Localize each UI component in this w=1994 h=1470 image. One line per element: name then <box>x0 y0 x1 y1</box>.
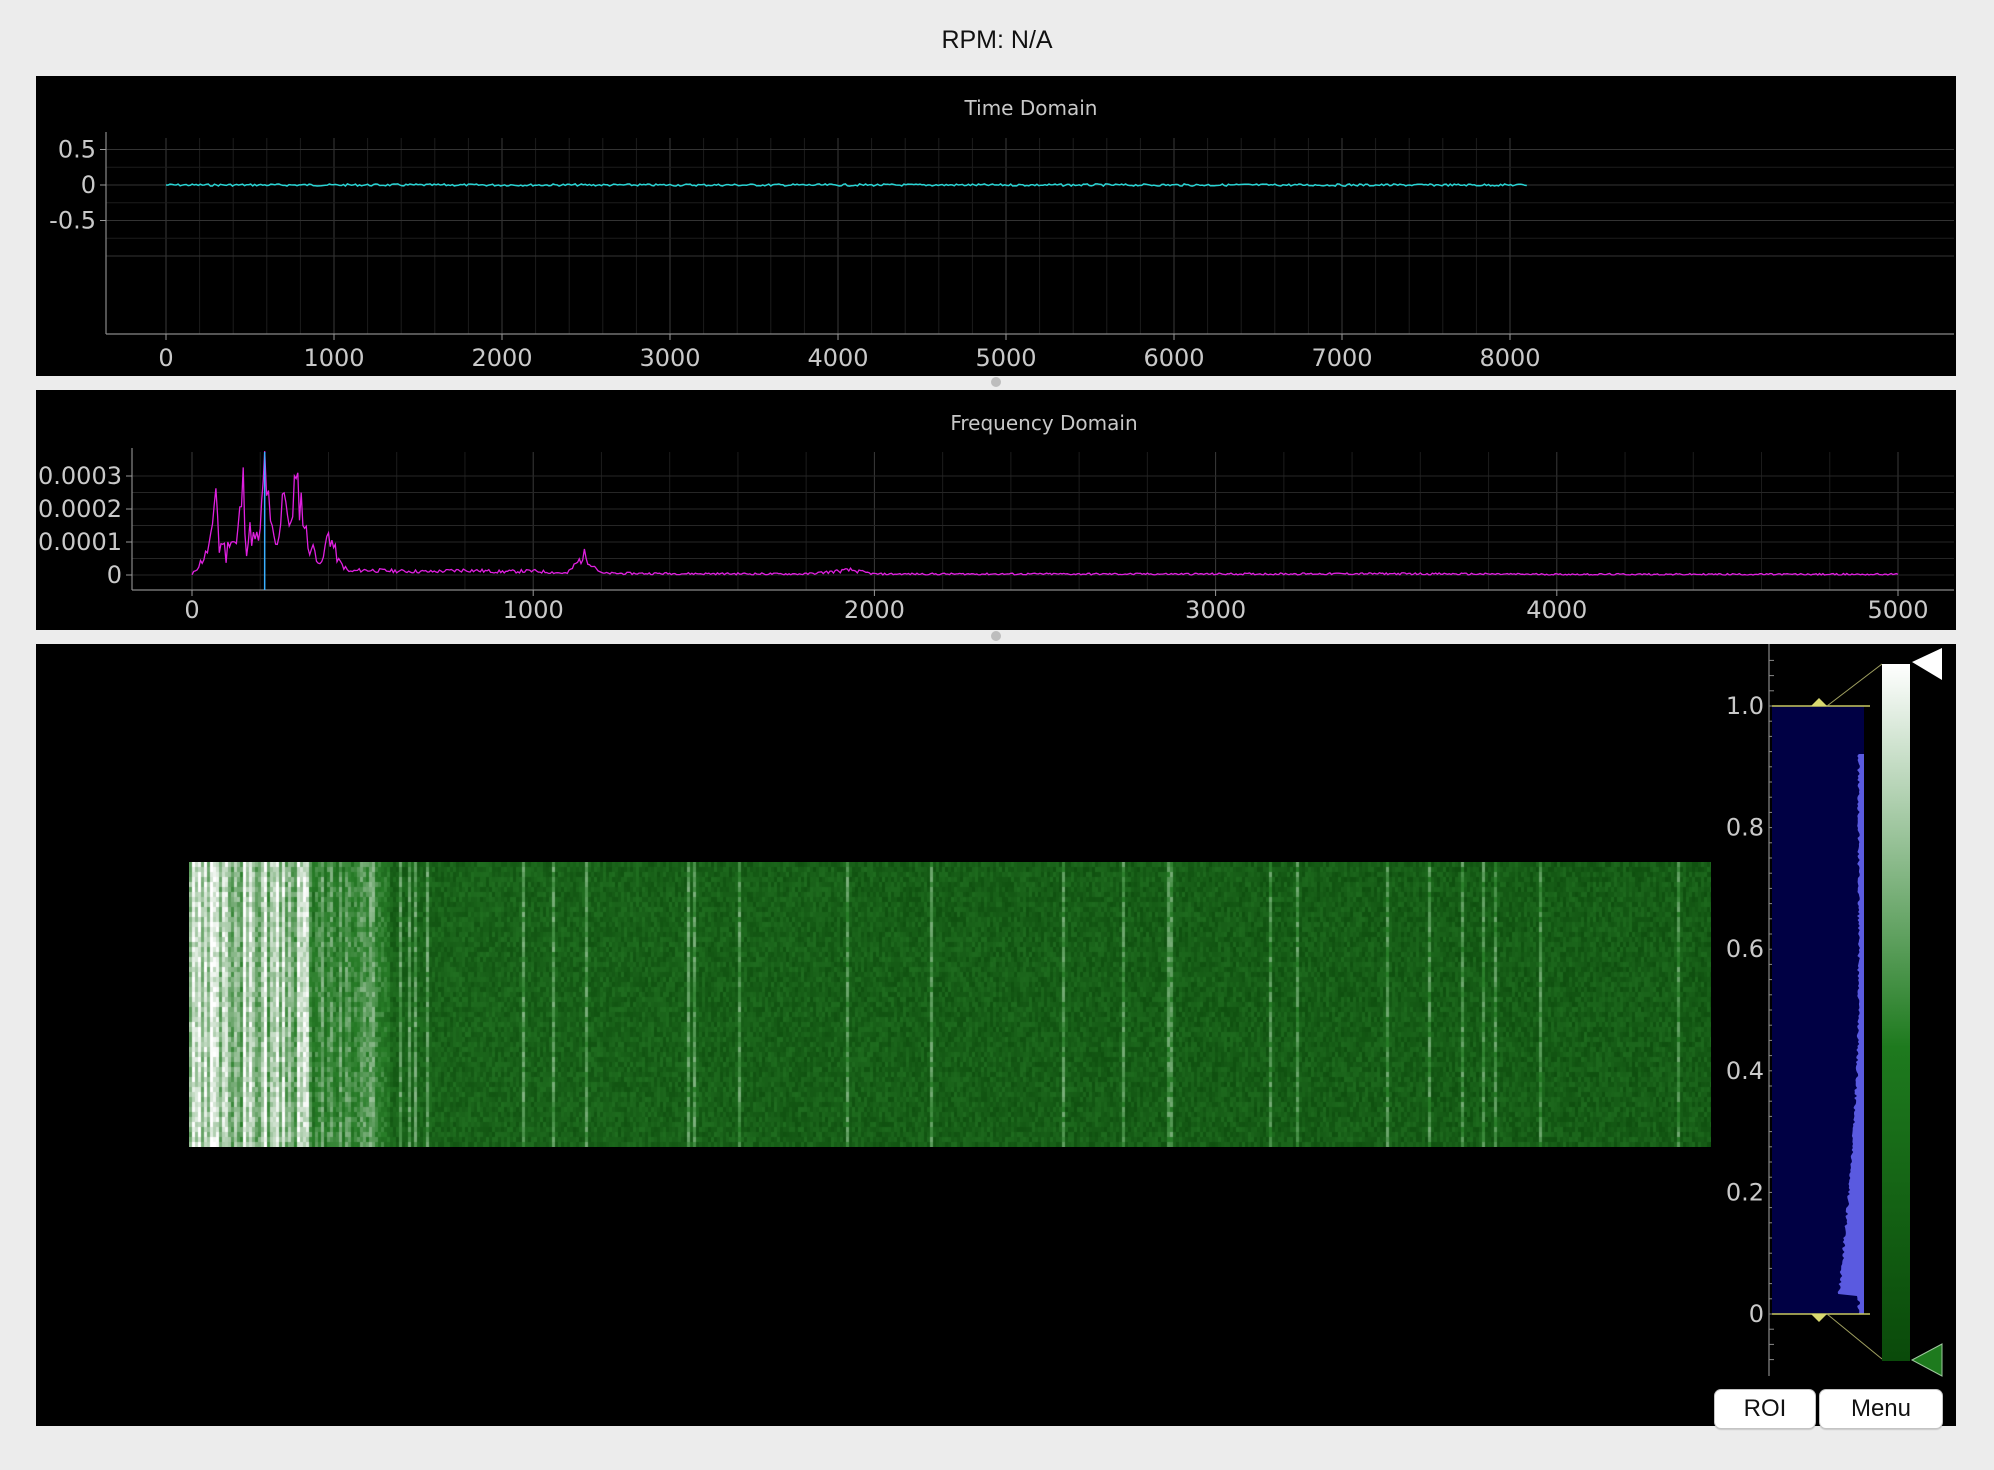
roi-button[interactable]: ROI <box>1714 1389 1816 1429</box>
spectrogram-view[interactable]: 1.0 0.8 0.6 0.4 0.2 0 <box>36 644 1956 1426</box>
time-x-tick-label: 7000 <box>1311 344 1372 372</box>
freq-plot-title: Frequency Domain <box>950 411 1137 435</box>
time-y-tick-label: 0.5 <box>58 136 96 164</box>
time-x-tick-label: 4000 <box>807 344 868 372</box>
freq-y-tick-label: 0.0001 <box>38 528 122 556</box>
level-min-handle-icon[interactable] <box>1811 1314 1827 1322</box>
time-domain-plot[interactable]: Time Domain 0 1000 2000 3000 4000 5000 6000 700… <box>36 76 1956 376</box>
histogram-tick-label: 0.2 <box>1726 1178 1764 1206</box>
spectrum-line <box>191 451 1899 576</box>
time-x-tick-label: 3000 <box>639 344 700 372</box>
histogram-background <box>1772 706 1864 1314</box>
time-x-tick-label: 5000 <box>975 344 1036 372</box>
freq-y-tick-label: 0.0002 <box>38 495 122 523</box>
time-domain-chart[interactable]: Time Domain 0 1000 2000 3000 4000 5000 6000 700… <box>36 76 1956 376</box>
time-x-tick-label: 1000 <box>303 344 364 372</box>
frequency-domain-chart[interactable]: Frequency Domain 0 1000 2000 3000 4000 5000 0.… <box>36 390 1956 630</box>
time-x-tick-label: 2000 <box>471 344 532 372</box>
level-max-handle-icon[interactable] <box>1811 698 1827 706</box>
freq-x-tick-label: 4000 <box>1526 596 1587 624</box>
rpm-label: RPM: N/A <box>941 26 1053 54</box>
splitter-handle[interactable] <box>991 377 1001 387</box>
menu-button[interactable]: Menu <box>1819 1389 1943 1429</box>
time-x-tick-label: 0 <box>158 344 173 372</box>
histogram-tick-label: 0.4 <box>1726 1057 1764 1085</box>
colormap-top-handle-icon[interactable] <box>1912 648 1942 680</box>
freq-x-tick-label: 1000 <box>503 596 564 624</box>
colormap-bottom-handle-icon[interactable] <box>1910 1343 1943 1377</box>
freq-x-tick-label: 3000 <box>1185 596 1246 624</box>
freq-y-tick-label: 0.0003 <box>38 462 122 490</box>
spectrogram-image[interactable] <box>189 862 1711 1147</box>
colormap-gradient-bar[interactable] <box>1882 664 1910 1361</box>
time-x-tick-label: 6000 <box>1143 344 1204 372</box>
freq-x-tick-label: 2000 <box>844 596 905 624</box>
freq-x-tick-label: 0 <box>184 596 199 624</box>
histogram-tick-label: 0 <box>1749 1300 1764 1328</box>
freq-y-tick-label: 0 <box>107 561 122 589</box>
time-x-tick-label: 8000 <box>1479 344 1540 372</box>
histogram-fill <box>1837 754 1864 1314</box>
time-y-tick-label: -0.5 <box>49 207 96 235</box>
time-plot-title: Time Domain <box>964 96 1098 120</box>
splitter-handle[interactable] <box>991 631 1001 641</box>
freq-x-tick-label: 5000 <box>1867 596 1928 624</box>
histogram-tick-label: 0.6 <box>1726 935 1764 963</box>
histogram-tick-label: 0.8 <box>1726 814 1764 842</box>
time-y-tick-label: 0 <box>81 171 96 199</box>
histogram-tick-label: 1.0 <box>1726 692 1764 720</box>
frequency-domain-plot[interactable]: Frequency Domain 0 1000 2000 3000 4000 5000 0.… <box>36 390 1956 630</box>
